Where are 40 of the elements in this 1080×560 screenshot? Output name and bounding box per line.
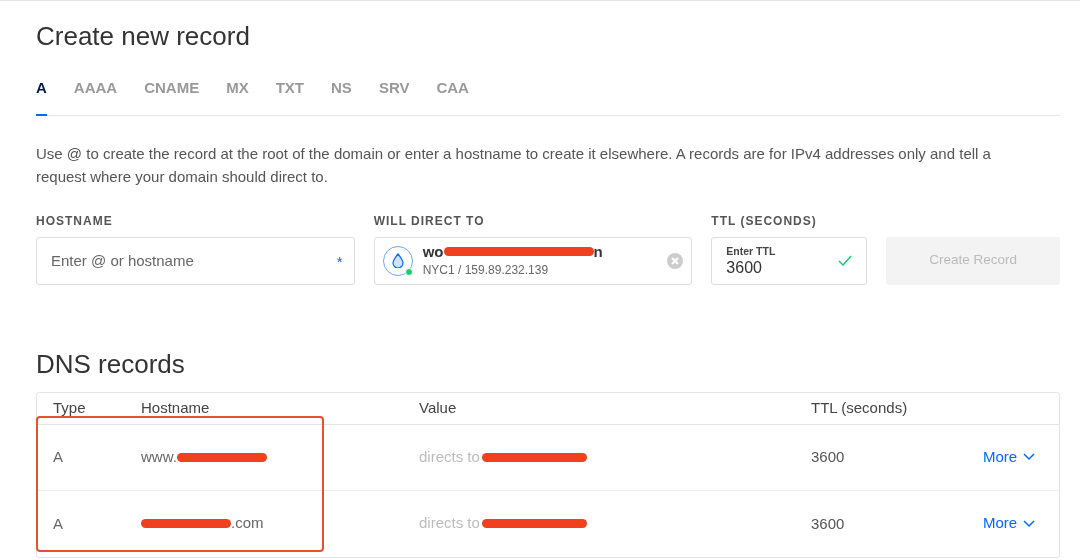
table-cell-text: directs to [419, 513, 480, 534]
droplet-detail: NYC1 / 159.89.232.139 [422, 261, 550, 279]
tab[interactable]: CNAME [144, 77, 200, 116]
table-cell: A [53, 448, 63, 465]
field-label: HOSTNAME [36, 212, 114, 230]
column-header: Value [419, 399, 457, 416]
column-header: Hostname [141, 399, 210, 416]
caret-icon [1023, 519, 1036, 528]
caret-icon [1023, 453, 1036, 461]
droplet-icon [391, 253, 404, 268]
section-title: DNS records [36, 350, 186, 377]
droplet-name: wo [422, 242, 444, 261]
column-header: Type [53, 399, 86, 416]
tab[interactable]: TXT [275, 77, 305, 116]
column-header: TTL (seconds) [811, 399, 908, 416]
table-cell-text: directs to [419, 446, 480, 467]
clear-icon[interactable] [667, 252, 684, 269]
ttl-field[interactable]: Enter TTL 3600 [711, 236, 868, 285]
required-mark: * [336, 251, 343, 272]
table-cell-text: .com [231, 513, 264, 534]
tab[interactable]: SRV [378, 77, 410, 116]
droplet-select[interactable]: wo n NYC1 / 159.89.232.139 [373, 236, 693, 285]
table-cell: 3600 [811, 448, 845, 465]
more-button[interactable]: More [983, 512, 1036, 535]
ttl-value: 3600 [726, 259, 763, 278]
tab[interactable]: AAAA [73, 77, 118, 116]
tab[interactable]: A [36, 77, 47, 116]
more-button[interactable]: More [983, 445, 1036, 469]
tab[interactable]: NS [331, 77, 352, 116]
table-cell-text: www. [141, 446, 177, 467]
tab[interactable]: CAA [436, 77, 469, 116]
page-title: Create new record [36, 23, 251, 49]
table-cell: A [53, 514, 63, 532]
table-cell: 3600 [811, 514, 845, 532]
field-label: TTL (SECONDS) [711, 212, 818, 230]
floating-label: Enter TTL [726, 243, 777, 259]
field-label: WILL DIRECT TO [373, 212, 486, 230]
droplet-name: n [593, 242, 603, 261]
description-text: Use @ to create the record at the root of the domain or enter a hostname to create it elsewhere. A records are for IPv4 addresses only and tell a request where your domain should direct to. [36, 143, 992, 187]
tab[interactable]: MX [226, 77, 249, 116]
